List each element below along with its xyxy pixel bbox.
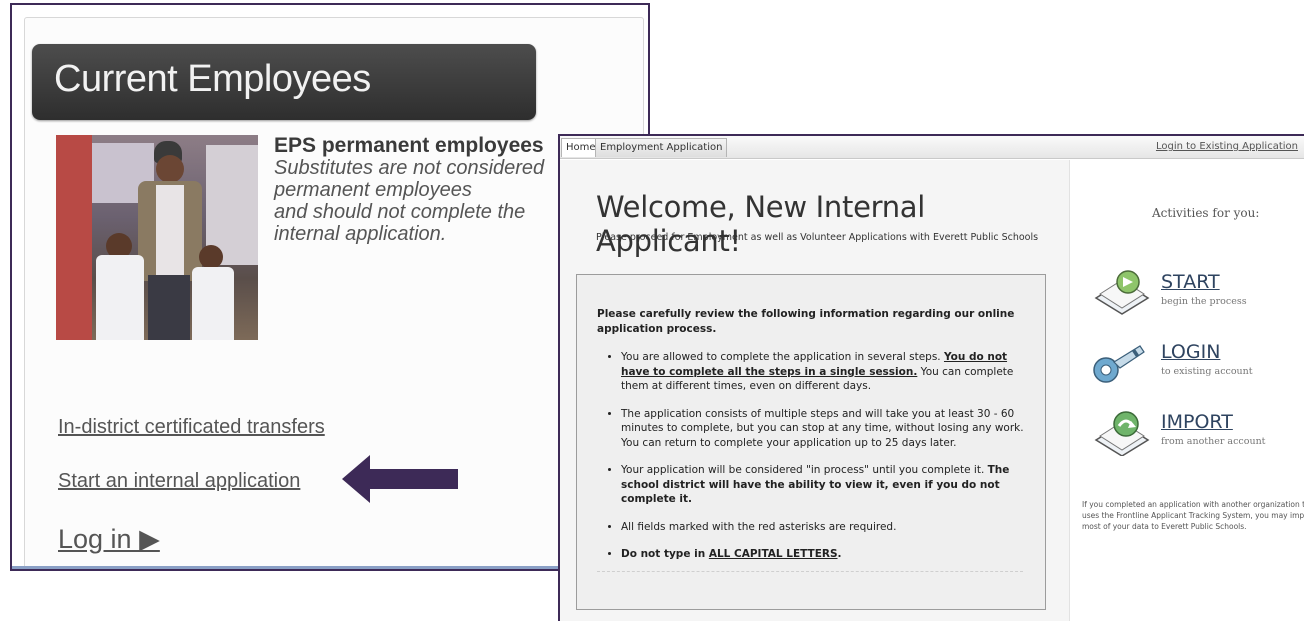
list-item: Your application will be considered "in …: [621, 463, 1031, 507]
import-subtitle: from another account: [1161, 436, 1266, 447]
start-subtitle: begin the process: [1161, 296, 1247, 307]
log-in-link[interactable]: Log in ▶: [58, 524, 160, 555]
panel-bottom-border: [12, 566, 648, 569]
import-title: IMPORT: [1161, 411, 1233, 433]
import-activity[interactable]: IMPORT from another account: [1092, 408, 1304, 456]
left-pointing-arrow-icon: [342, 455, 458, 503]
start-title: START: [1161, 271, 1220, 293]
welcome-subtitle: Please proceed for Employment as well as…: [596, 232, 1039, 243]
info-intro-text: Please carefully review the following in…: [597, 308, 1015, 335]
key-icon: [1093, 345, 1145, 383]
login-activity[interactable]: LOGIN to existing account: [1092, 338, 1304, 386]
list-item: All fields marked with the red asterisks…: [621, 520, 1031, 535]
import-icon: [1094, 411, 1150, 456]
list-item: You are allowed to complete the applicat…: [621, 350, 1031, 394]
login-subtitle: to existing account: [1161, 366, 1253, 377]
import-note: If you completed an application with ano…: [1082, 500, 1304, 531]
login-existing-application-link[interactable]: Login to Existing Application: [1156, 141, 1298, 152]
in-district-transfers-link[interactable]: In-district certificated transfers: [58, 416, 325, 439]
tab-bar: Home Employment Application Login to Exi…: [560, 136, 1304, 159]
employee-photo: [56, 135, 258, 340]
info-list: You are allowed to complete the applicat…: [621, 350, 1031, 575]
application-info-box: Please carefully review the following in…: [576, 274, 1046, 610]
activities-sidebar: Activities for you: START begin the proc…: [1072, 160, 1304, 621]
eps-permanent-employees-label: EPS permanent employees: [274, 134, 544, 157]
welcome-title: Welcome, New Internal Applicant!: [596, 190, 926, 258]
info-divider: [597, 571, 1023, 572]
applicant-portal-window: Home Employment Application Login to Exi…: [558, 134, 1304, 621]
login-title: LOGIN: [1161, 341, 1221, 363]
current-employees-header: Current Employees: [32, 44, 536, 120]
start-activity[interactable]: START begin the process: [1092, 268, 1304, 316]
start-internal-application-link[interactable]: Start an internal application: [58, 470, 300, 493]
current-employees-title: Current Employees: [54, 58, 371, 100]
list-item: Do not type in ALL CAPITAL LETTERS.: [621, 547, 1031, 562]
welcome-main-area: Welcome, New Internal Applicant! Please …: [560, 160, 1070, 621]
current-employees-panel: Current Employees EPS permanent employee…: [10, 3, 650, 571]
tab-employment-application[interactable]: Employment Application: [595, 138, 728, 157]
start-arrow-icon: [1094, 270, 1150, 315]
list-item: The application consists of multiple ste…: [621, 407, 1031, 451]
activities-title: Activities for you:: [1152, 206, 1260, 220]
